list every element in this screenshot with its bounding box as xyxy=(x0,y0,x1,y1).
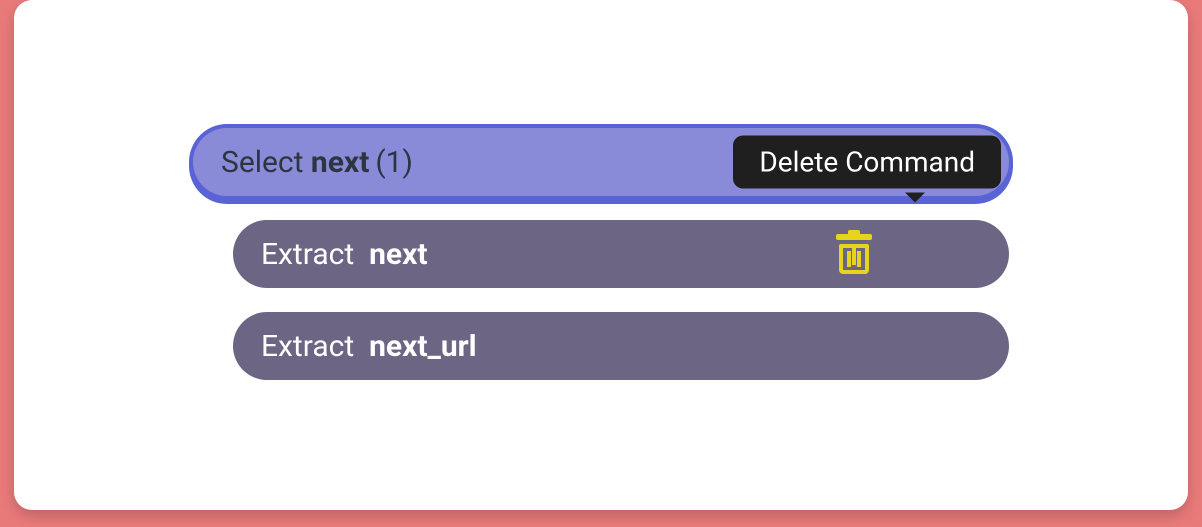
command-field-label: next xyxy=(311,145,369,180)
command-action-label: Select xyxy=(221,145,303,180)
command-row-extract-next-url[interactable]: Extract next_url xyxy=(233,312,1009,380)
command-row-extract-next[interactable]: Extract next xyxy=(233,220,1009,288)
command-action-label: Extract xyxy=(261,237,354,272)
command-panel: Select next (1) Delete Command Extract n… xyxy=(14,0,1188,510)
command-list: Select next (1) Delete Command Extract n… xyxy=(193,128,1009,380)
command-action-label: Extract xyxy=(261,329,354,364)
command-count-label: (1) xyxy=(375,145,413,180)
command-field-label: next xyxy=(369,237,427,272)
command-row-select-next[interactable]: Select next (1) Delete Command xyxy=(193,128,1009,196)
delete-command-tooltip: Delete Command xyxy=(733,136,1001,189)
command-field-label: next_url xyxy=(369,329,477,364)
trash-icon[interactable] xyxy=(837,234,871,274)
